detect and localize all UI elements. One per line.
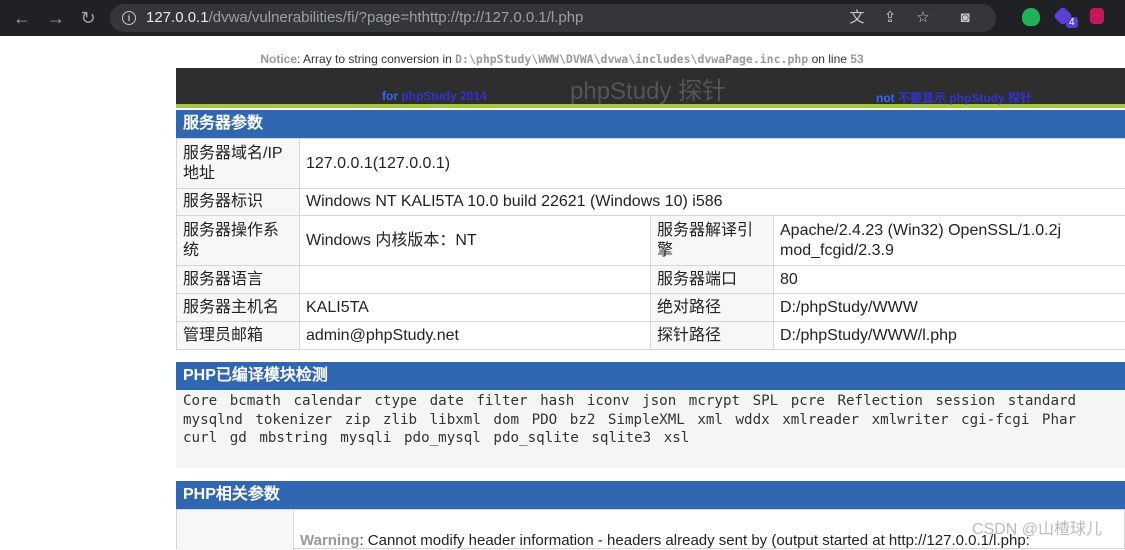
extension-icon-2[interactable] [1090, 8, 1104, 24]
probe-title: phpStudy 探针 [570, 71, 726, 106]
browser-toolbar: ← → ↻ i 127.0.0.1/dvwa/vulnerabilities/f… [0, 0, 1125, 36]
table-row: 管理员邮箱 admin@phpStudy.net 探针路径 D:/phpStud… [177, 322, 1125, 350]
param-value: D:/phpStudy/WWW/l.php [774, 322, 1125, 350]
php-params-key-cell [177, 510, 294, 550]
param-value: 80 [774, 266, 1125, 294]
translate-icon[interactable]: 文 [848, 9, 866, 27]
reload-icon[interactable]: ↻ [76, 6, 100, 30]
param-key: 服务器操作系统 [177, 216, 300, 266]
table-row: 服务器操作系统 Windows 内核版本：NT 服务器解译引擎 Apache/2… [177, 216, 1125, 266]
table-row: 服务器主机名 KALI5TA 绝对路径 D:/phpStudy/WWW [177, 294, 1125, 322]
param-value: Apache/2.4.23 (Win32) OpenSSL/1.0.2j mod… [774, 216, 1125, 266]
server-params-heading: 服务器参数 [176, 110, 1125, 138]
php-warning: Warning: Cannot modify header informatio… [300, 532, 1030, 549]
shield-extension-icon[interactable] [1022, 8, 1040, 26]
param-value: D:/phpStudy/WWW [774, 294, 1125, 322]
url-text[interactable]: 127.0.0.1/dvwa/vulnerabilities/fi/?page=… [146, 9, 583, 26]
share-icon[interactable]: ⇪ [881, 9, 899, 27]
param-key: 服务器主机名 [177, 294, 300, 322]
watermark: CSDN @山楂球儿 [972, 515, 1102, 539]
param-value [300, 266, 651, 294]
forward-icon[interactable]: → [44, 6, 68, 30]
param-value: admin@phpStudy.net [300, 322, 651, 350]
param-value: KALI5TA [300, 294, 651, 322]
modules-heading: PHP已编译模块检测 [176, 362, 1125, 390]
param-key: 服务器标识 [177, 189, 300, 216]
param-key: 服务器解译引擎 [651, 216, 774, 266]
modules-list: Core bcmath calendar ctype date filter h… [176, 390, 1125, 468]
param-key: 管理员邮箱 [177, 322, 300, 350]
banner-left-link[interactable]: for phpStudy 2014 [382, 89, 487, 103]
profile-mask-icon[interactable]: ◙ [956, 9, 974, 27]
banner-right-link[interactable]: not 不要显示 phpStudy 探针 [876, 89, 1032, 106]
php-notice: Notice: Array to string conversion in D:… [0, 52, 1125, 66]
back-icon[interactable]: ← [10, 6, 34, 30]
probe-banner: phpStudy 探针 for phpStudy 2014 not 不要显示 p… [176, 68, 1125, 108]
php-params-heading: PHP相关参数 [176, 481, 1125, 509]
extension-badge: 4 [1066, 17, 1078, 28]
site-info-icon[interactable]: i [122, 11, 136, 25]
param-key: 服务器端口 [651, 266, 774, 294]
param-key: 绝对路径 [651, 294, 774, 322]
param-value: 127.0.0.1(127.0.0.1) [300, 139, 1125, 189]
param-key: 服务器域名/IP地址 [177, 139, 300, 189]
param-value: Windows 内核版本：NT [300, 216, 651, 266]
param-value: Windows NT KALI5TA 10.0 build 22621 (Win… [300, 189, 1125, 216]
bookmark-star-icon[interactable]: ☆ [914, 9, 932, 27]
address-bar[interactable]: i 127.0.0.1/dvwa/vulnerabilities/fi/?pag… [110, 4, 996, 32]
param-key: 探针路径 [651, 322, 774, 350]
table-row: 服务器标识 Windows NT KALI5TA 10.0 build 2262… [177, 189, 1125, 216]
param-key: 服务器语言 [177, 266, 300, 294]
table-row: 服务器语言 服务器端口 80 [177, 266, 1125, 294]
server-params-table: 服务器域名/IP地址 127.0.0.1(127.0.0.1) 服务器标识 Wi… [176, 138, 1125, 350]
table-row: 服务器域名/IP地址 127.0.0.1(127.0.0.1) [177, 139, 1125, 189]
